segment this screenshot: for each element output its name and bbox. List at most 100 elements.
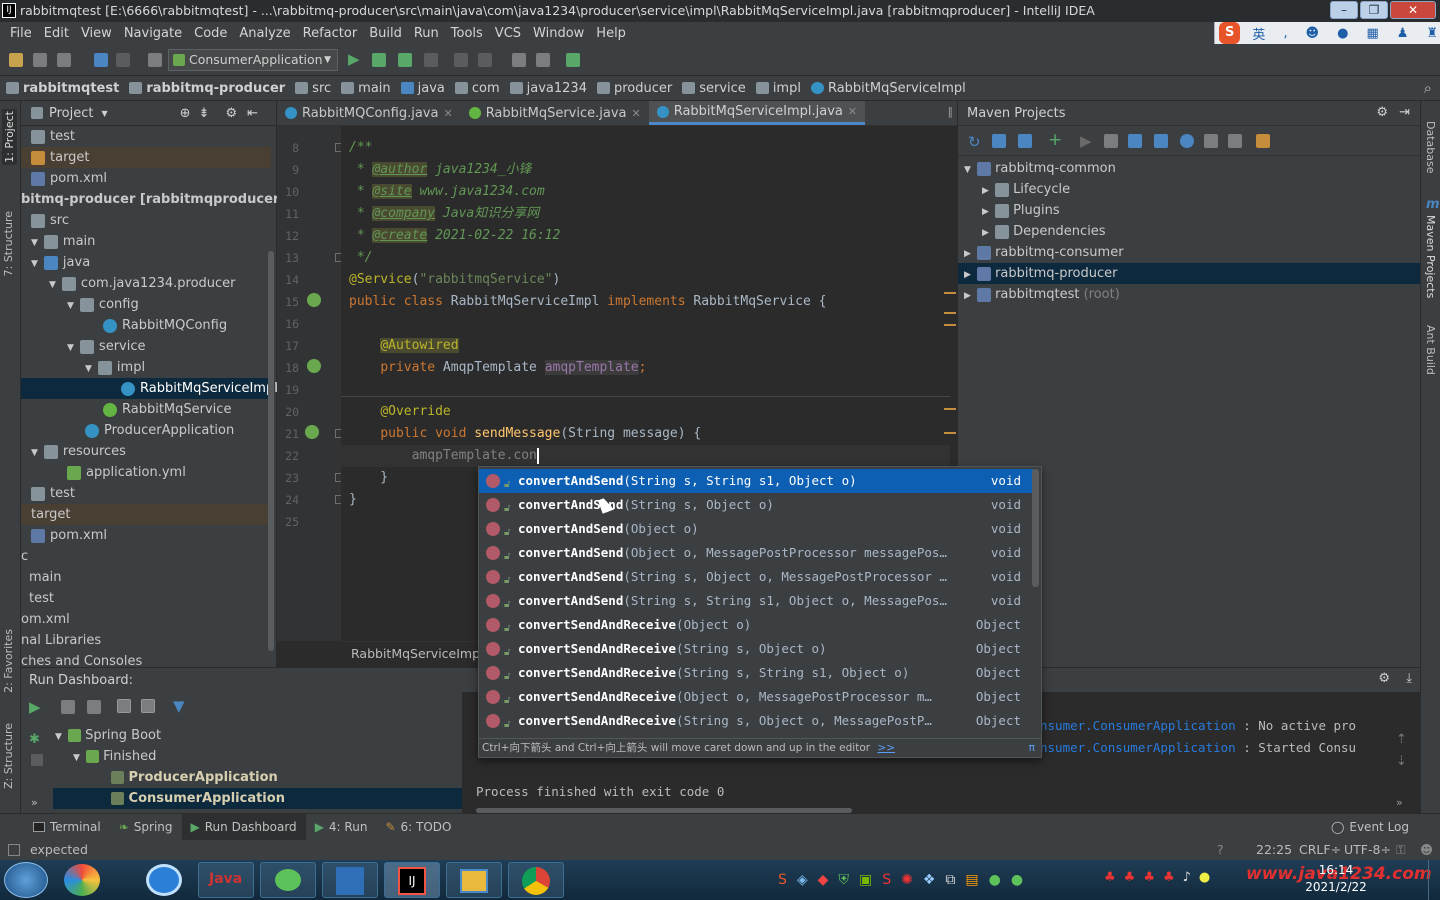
completion-item[interactable]: 🔓︎ convertSendAndReceive(Object o) Object	[479, 613, 1033, 637]
maven-item[interactable]: ▶ Lifecycle	[958, 179, 1420, 200]
wechat2-tray-icon[interactable]: ●	[1011, 872, 1023, 888]
tree-item[interactable]: ▼ service	[21, 336, 271, 357]
lock-icon[interactable]: ⚿	[1396, 840, 1406, 860]
close-icon[interactable]: ✕	[632, 107, 641, 120]
sdk-icon[interactable]	[536, 53, 550, 67]
menu-window[interactable]: Window	[527, 26, 590, 41]
photos-app-icon[interactable]	[64, 864, 100, 896]
tree-item[interactable]: ▼ impl	[21, 357, 271, 378]
file-encoding[interactable]: UTF-8÷	[1344, 840, 1391, 860]
filter-icon[interactable]: ▼	[173, 697, 185, 715]
maximize-button[interactable]: ❐	[1360, 1, 1388, 19]
sync-icon[interactable]	[57, 53, 71, 67]
app5-tray-icon[interactable]: ●	[1199, 870, 1210, 885]
hide-icon[interactable]: ⤓	[1406, 671, 1412, 686]
crumb-project[interactable]: rabbitmqtest	[6, 81, 119, 96]
qq-tray-icon[interactable]: ♣	[1163, 870, 1175, 885]
skip-tests-icon[interactable]	[1154, 134, 1168, 148]
qq-tray-icon[interactable]: ♣	[1124, 870, 1136, 885]
gear-icon[interactable]: ⚙	[1376, 105, 1388, 120]
java-app-icon[interactable]: Java	[198, 862, 254, 898]
layout-icon[interactable]	[8, 844, 20, 856]
tree-item[interactable]: test	[21, 483, 271, 504]
target-icon[interactable]: ⊕	[180, 106, 191, 121]
vcs-update-icon[interactable]	[454, 53, 468, 67]
tree-item[interactable]: src	[21, 210, 271, 231]
build-icon[interactable]	[148, 53, 162, 67]
run-icon[interactable]: ▶	[29, 698, 41, 716]
tree-item[interactable]: ▼ com.java1234.producer	[21, 273, 271, 294]
menu-help[interactable]: Help	[590, 26, 632, 41]
completion-item[interactable]: 🔓︎ convertAndSend(String s, Object o, Mes…	[479, 565, 1033, 589]
tree-item[interactable]: main	[21, 567, 271, 588]
crumb-main[interactable]: main	[341, 81, 391, 96]
caret-position[interactable]: 22:25	[1256, 840, 1292, 860]
completion-item[interactable]: 🔓︎ convertAndSend(Object o, MessagePostPr…	[479, 541, 1033, 565]
tree-item[interactable]: application.yml	[21, 462, 271, 483]
app4-tray-icon[interactable]: ▤	[965, 872, 978, 888]
wechat-tray-icon[interactable]: ●	[989, 872, 1001, 888]
completion-item[interactable]: 🔓︎ convertSendAndReceive(String s, Object…	[479, 709, 1033, 733]
crumb-producer[interactable]: producer	[596, 81, 672, 96]
run-tree-item-selected[interactable]: ConsumerApplication	[53, 788, 462, 809]
tab-rabbitmqservice[interactable]: RabbitMqService.java ✕	[461, 101, 649, 125]
tree-item[interactable]: pom.xml	[21, 168, 271, 189]
add-project-icon[interactable]	[992, 134, 1006, 148]
maven-item[interactable]: ▼ rabbitmq-common	[958, 158, 1420, 179]
expand-all-icon[interactable]	[61, 700, 75, 714]
keyboard-icon[interactable]: ▦	[1360, 26, 1384, 41]
explorer-app-icon[interactable]	[446, 862, 502, 898]
stop-icon[interactable]	[424, 53, 438, 67]
more-icon[interactable]: »	[1396, 796, 1403, 809]
refresh-icon[interactable]: ↻	[968, 133, 981, 151]
debug-icon[interactable]: ✱	[29, 732, 40, 747]
spring-bean-icon[interactable]	[307, 359, 321, 373]
project-panel-title[interactable]: Project	[49, 106, 93, 121]
project-structure-icon[interactable]	[512, 53, 526, 67]
spring-tab[interactable]: ❧ Spring	[110, 814, 182, 841]
run-tab[interactable]: ▶ 4: Run	[306, 814, 377, 841]
maven-item[interactable]: ▶ rabbitmq-consumer	[958, 242, 1420, 263]
collapse-icon[interactable]: ⇟	[199, 106, 210, 121]
crumb-class[interactable]: RabbitMqServiceImpl	[810, 81, 966, 96]
completion-scrollbar[interactable]	[1032, 469, 1039, 587]
implements-icon[interactable]	[305, 425, 319, 439]
app3-tray-icon[interactable]: ⧉	[945, 872, 955, 888]
structure-tool-tab[interactable]: Z: Structure	[2, 723, 15, 789]
skin-icon[interactable]: ♜	[1420, 26, 1440, 41]
network-tray-icon[interactable]: ◈	[797, 872, 808, 888]
user-icon[interactable]: ♟	[1391, 26, 1415, 41]
gear-tray-icon[interactable]: ✺	[901, 872, 913, 888]
editor-app-icon[interactable]	[322, 862, 378, 898]
group-by-type-icon[interactable]	[141, 699, 155, 713]
tree-item[interactable]: c	[21, 546, 271, 567]
editor-breadcrumb-item[interactable]: RabbitMqServiceImpl	[351, 646, 484, 661]
database-tool-tab[interactable]: Database	[1424, 121, 1437, 174]
browser-app-icon[interactable]	[146, 864, 182, 896]
completion-item[interactable]: 🔓︎ convertAndSend(String s, String s1, Ob…	[479, 589, 1033, 613]
tree-item[interactable]: ProducerApplication	[21, 420, 271, 441]
run-config-select[interactable]: ConsumerApplication ▼	[168, 49, 338, 71]
tree-item-selected[interactable]: RabbitMqServiceImpl	[21, 378, 278, 399]
structure-tool-tab-top[interactable]: 7: Structure	[2, 211, 15, 276]
completion-item[interactable]: 🔓︎ convertSendAndReceive(Object o, Messag…	[479, 685, 1033, 709]
tree-icon[interactable]	[1204, 134, 1218, 148]
run-tree-item[interactable]: ProducerApplication	[111, 767, 278, 788]
run-tree-item[interactable]: ▼ Finished	[73, 746, 156, 767]
gear-icon[interactable]: ⚙	[225, 106, 237, 121]
menu-tools[interactable]: Tools	[445, 26, 489, 41]
qq-tray-icon[interactable]: ♣	[1143, 870, 1155, 885]
maven-tool-tab[interactable]: Maven Projects	[1424, 215, 1437, 298]
completion-item-selected[interactable]: 🔓︎ convertAndSend(String s, String s1, Ob…	[479, 469, 1033, 493]
vcs-commit-icon[interactable]	[478, 53, 492, 67]
menu-edit[interactable]: Edit	[38, 26, 75, 41]
intellij-app-icon[interactable]: IJ	[384, 862, 440, 898]
tree-item[interactable]: bitmq-producer [rabbitmqproducer]	[21, 189, 285, 210]
hide-icon[interactable]: ⇥	[1399, 105, 1410, 120]
run-icon[interactable]: ▶	[1080, 132, 1092, 150]
menu-view[interactable]: View	[75, 26, 118, 41]
volume-icon[interactable]: ♪	[1183, 870, 1191, 885]
crumb-src[interactable]: src	[295, 81, 331, 96]
project-scrollbar[interactable]	[268, 251, 274, 651]
mic-icon[interactable]: ●	[1331, 26, 1354, 41]
